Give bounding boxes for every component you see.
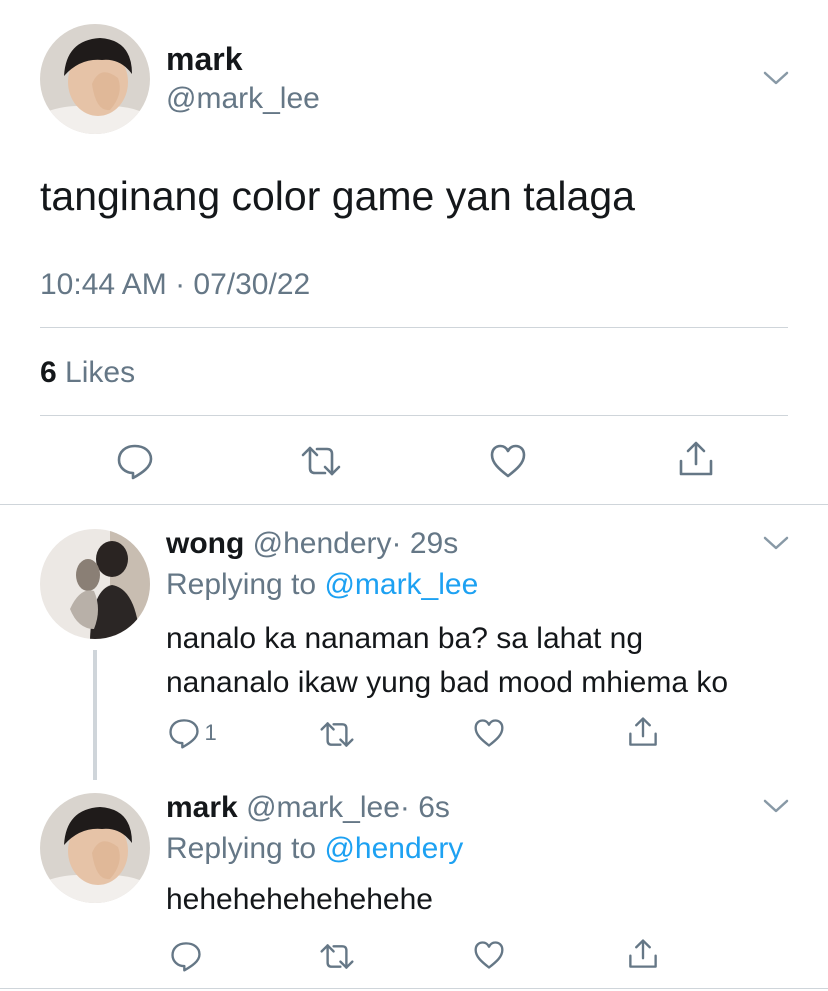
thread-line xyxy=(93,650,97,780)
reply-icon[interactable] xyxy=(170,940,202,972)
share-icon[interactable] xyxy=(627,716,659,748)
chevron-down-icon[interactable] xyxy=(763,535,789,551)
replying-to: Replying to @mark_lee xyxy=(166,566,478,604)
like-icon[interactable] xyxy=(473,718,505,748)
retweet-icon[interactable] xyxy=(319,942,355,971)
tweet-text: tanginang color game yan talaga xyxy=(40,173,635,219)
section-divider xyxy=(0,504,828,505)
likes-stat[interactable]: 6 Likes xyxy=(40,354,135,392)
replying-to-label: Replying to xyxy=(166,832,317,865)
display-name[interactable]: mark xyxy=(166,40,243,78)
chevron-down-icon[interactable] xyxy=(763,798,789,814)
time: · 6s xyxy=(399,791,450,824)
avatar[interactable] xyxy=(40,529,150,639)
timestamp[interactable]: 10:44 AM · 07/30/22 xyxy=(40,266,310,304)
divider xyxy=(40,415,788,416)
retweet-icon[interactable] xyxy=(319,720,355,749)
section-divider xyxy=(0,988,828,989)
replying-to-link[interactable]: @mark_lee xyxy=(324,568,478,601)
reply-text: nanalo ka nanaman ba? sa lahat ng nanana… xyxy=(166,617,728,705)
divider xyxy=(40,327,788,328)
reply-text-line: nananalo ikaw yung bad mood mhiema ko xyxy=(166,666,729,699)
reply-header: wong @hendery· 29s xyxy=(166,525,458,563)
replying-to-label: Replying to xyxy=(166,568,317,601)
display-name[interactable]: wong xyxy=(166,527,244,560)
like-icon[interactable] xyxy=(473,940,505,970)
display-name[interactable]: mark xyxy=(166,791,238,824)
reply-text: hehehehehehehehe xyxy=(166,883,433,916)
likes-count: 6 xyxy=(40,356,57,389)
reply-icon[interactable] xyxy=(116,442,154,480)
chevron-down-icon[interactable] xyxy=(763,70,789,86)
replying-to: Replying to @hendery xyxy=(166,830,463,868)
avatar[interactable] xyxy=(40,793,150,903)
reply-header: mark @mark_lee· 6s xyxy=(166,789,450,827)
reply-icon xyxy=(168,717,200,749)
likes-label: Likes xyxy=(65,356,136,389)
reply-text-line: nanalo ka nanaman ba? sa lahat ng xyxy=(166,622,644,655)
avatar[interactable] xyxy=(40,24,150,134)
share-icon[interactable] xyxy=(677,440,715,478)
handle[interactable]: @mark_lee xyxy=(166,80,320,118)
replying-to-link[interactable]: @hendery xyxy=(324,832,463,865)
share-icon[interactable] xyxy=(627,938,659,970)
retweet-icon[interactable] xyxy=(300,444,342,478)
handle[interactable]: @mark_lee xyxy=(246,791,400,824)
reply-action[interactable]: 1 xyxy=(168,717,217,749)
like-icon[interactable] xyxy=(489,443,527,479)
reply-count: 1 xyxy=(204,720,217,745)
time: · 29s xyxy=(391,527,459,560)
handle[interactable]: @hendery xyxy=(253,527,392,560)
